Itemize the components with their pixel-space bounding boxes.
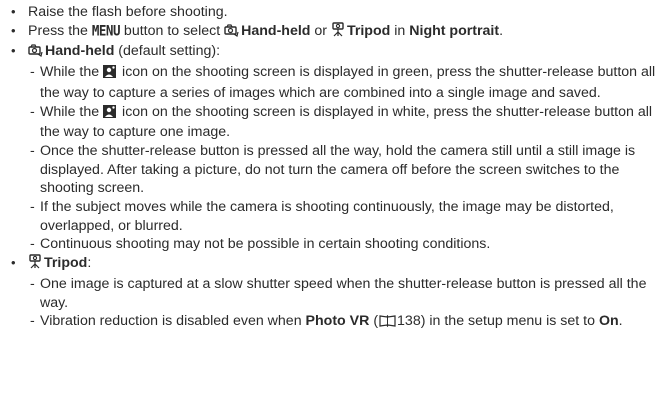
bullet-icon: •: [11, 255, 16, 271]
night-portrait-icon: [103, 104, 117, 124]
list-item: - If the subject moves while the camera i…: [30, 199, 614, 234]
bullet-press-menu: • Press the MENU button to select Hand-h…: [11, 21, 656, 43]
bullet-icon: •: [11, 4, 16, 19]
handheld-icon: [28, 43, 43, 63]
menu-button-word: MENU: [91, 21, 121, 39]
bullet-handheld: • Hand-held (default setting):: [11, 42, 656, 63]
list-item: - While the icon on the shooting screen i…: [30, 103, 653, 141]
photo-vr-term: Photo VR: [305, 313, 370, 330]
handheld-heading: Hand-held: [45, 43, 115, 60]
list-item: - Vibration reduction is disabled even wh…: [28, 312, 656, 333]
list-item: - One image is captured at a slow shutter…: [30, 275, 647, 311]
bullet-raise-flash: • Raise the flash before shooting.: [11, 3, 656, 22]
bullet-text: Raise the flash before shooting.: [28, 4, 228, 20]
list-item: - Once the shutter-release button is pres…: [30, 142, 636, 197]
page-reference[interactable]: 138: [397, 313, 421, 329]
handheld-icon: [224, 23, 239, 43]
bullet-icon: •: [11, 43, 16, 59]
book-icon: [379, 314, 396, 333]
tripod-heading: Tripod: [44, 255, 88, 272]
bullet-tripod: • Tripod:: [11, 254, 656, 275]
tripod-icon: [331, 22, 345, 43]
list-item: - While the icon on the shooting screen i…: [30, 64, 656, 101]
bullet-text: Press the MENU button to select Hand-hel…: [28, 21, 656, 43]
on-term: On: [598, 313, 619, 330]
night-portrait-icon: [103, 65, 117, 84]
manual-page: • Raise the flash before shooting. • Pre…: [0, 0, 656, 333]
list-item: - Continuous shooting may not be possible…: [30, 236, 491, 253]
handheld-sublist: - While the icon on the shooting screen i…: [11, 63, 656, 254]
tripod-sublist: - One image is captured at a slow shutter…: [11, 275, 656, 333]
tripod-icon: [28, 254, 42, 275]
bullet-icon: •: [11, 22, 16, 38]
